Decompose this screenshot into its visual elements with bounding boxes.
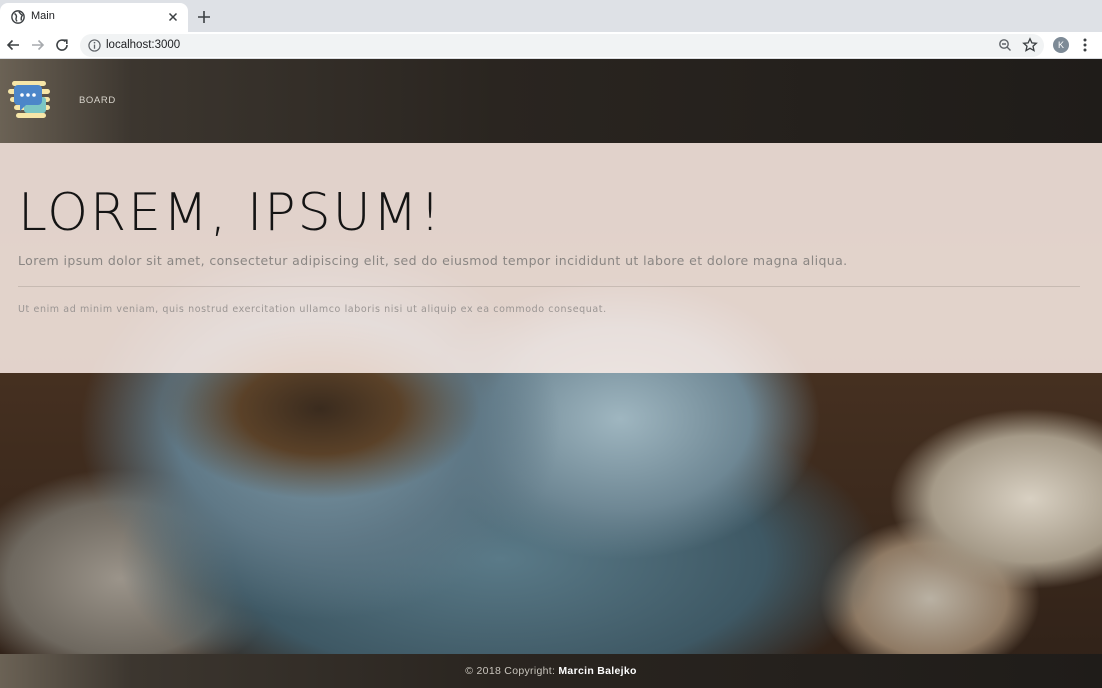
address-bar[interactable]: localhost:3000 [80, 34, 1044, 57]
close-icon[interactable] [165, 9, 181, 25]
site-footer: © 2018 Copyright: Marcin Balejko [0, 654, 1102, 688]
divider [18, 286, 1080, 287]
site-navbar: BOARD [0, 59, 1102, 143]
tab-title: Main [31, 10, 55, 22]
back-arrow-icon[interactable] [4, 36, 22, 54]
jumbotron: LOREM, IPSUM! Lorem ipsum dolor sit amet… [0, 143, 1102, 373]
bookmark-star-icon[interactable] [1022, 37, 1038, 53]
nav-link-board[interactable]: BOARD [79, 95, 116, 106]
browser-tab[interactable]: Main [0, 3, 188, 32]
globe-icon [11, 10, 25, 24]
forward-arrow-icon[interactable] [29, 36, 47, 54]
page-title: LOREM, IPSUM! [18, 183, 443, 243]
zoom-icon[interactable] [998, 38, 1012, 52]
browser-toolbar: localhost:3000 K [0, 32, 1102, 59]
profile-avatar[interactable]: K [1053, 37, 1069, 53]
reload-icon[interactable] [53, 36, 71, 54]
author-link[interactable]: Marcin Balejko [558, 665, 636, 677]
info-icon[interactable] [88, 39, 101, 52]
page-viewport: BOARD LOREM, IPSUM! Lorem ipsum dolor si… [0, 59, 1102, 688]
body-text: Ut enim ad minim veniam, quis nostrud ex… [18, 304, 607, 315]
browser-tab-strip: Main [0, 0, 1102, 32]
copyright-text: © 2018 Copyright: [465, 665, 556, 677]
new-tab-icon[interactable] [195, 8, 213, 26]
chat-logo-icon[interactable] [6, 77, 54, 123]
more-menu-icon[interactable] [1078, 36, 1092, 54]
url-text[interactable]: localhost:3000 [106, 39, 180, 51]
lead-text: Lorem ipsum dolor sit amet, consectetur … [18, 253, 848, 268]
